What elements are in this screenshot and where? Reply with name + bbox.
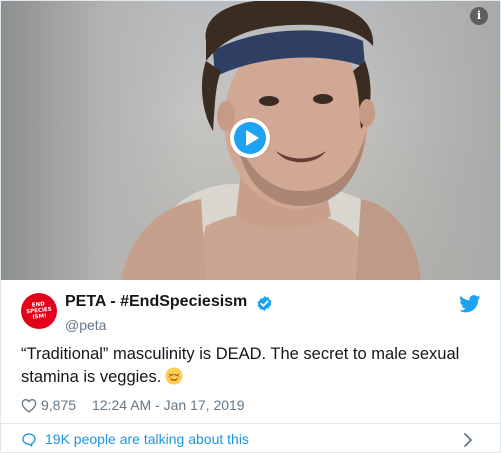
relieved-face-icon (165, 367, 183, 385)
tweet-meta: 9,875 12:24 AM - Jan 17, 2019 (21, 395, 245, 415)
display-name[interactable]: PETA - #EndSpeciesism (65, 293, 247, 313)
people-talking-link[interactable]: 19K people are talking about this (45, 431, 249, 447)
tweet-card: i END SPECIES ISM! PETA - #EndSpeciesism… (0, 0, 501, 453)
timestamp[interactable]: 12:24 AM - Jan 17, 2019 (92, 397, 245, 413)
avatar[interactable]: END SPECIES ISM! (21, 293, 57, 329)
chevron-right-icon[interactable] (463, 433, 473, 447)
speech-bubble-icon (22, 433, 36, 447)
verified-badge-icon (257, 296, 272, 311)
play-icon (234, 122, 266, 154)
tweet-text-content: “Traditional” masculinity is DEAD. The s… (21, 345, 460, 386)
heart-icon[interactable] (21, 398, 37, 413)
play-triangle (246, 130, 259, 146)
twitter-bird-icon[interactable] (459, 295, 481, 313)
like-count[interactable]: 9,875 (41, 397, 76, 413)
avatar-logo-text: END SPECIES ISM! (25, 301, 53, 321)
video-player[interactable]: i (1, 1, 500, 280)
user-handle[interactable]: @peta (65, 317, 106, 333)
conversation-footer[interactable]: 19K people are talking about this (1, 424, 500, 452)
info-icon[interactable]: i (470, 7, 488, 25)
tweet-text: “Traditional” masculinity is DEAD. The s… (21, 343, 481, 389)
play-button[interactable] (230, 118, 270, 158)
